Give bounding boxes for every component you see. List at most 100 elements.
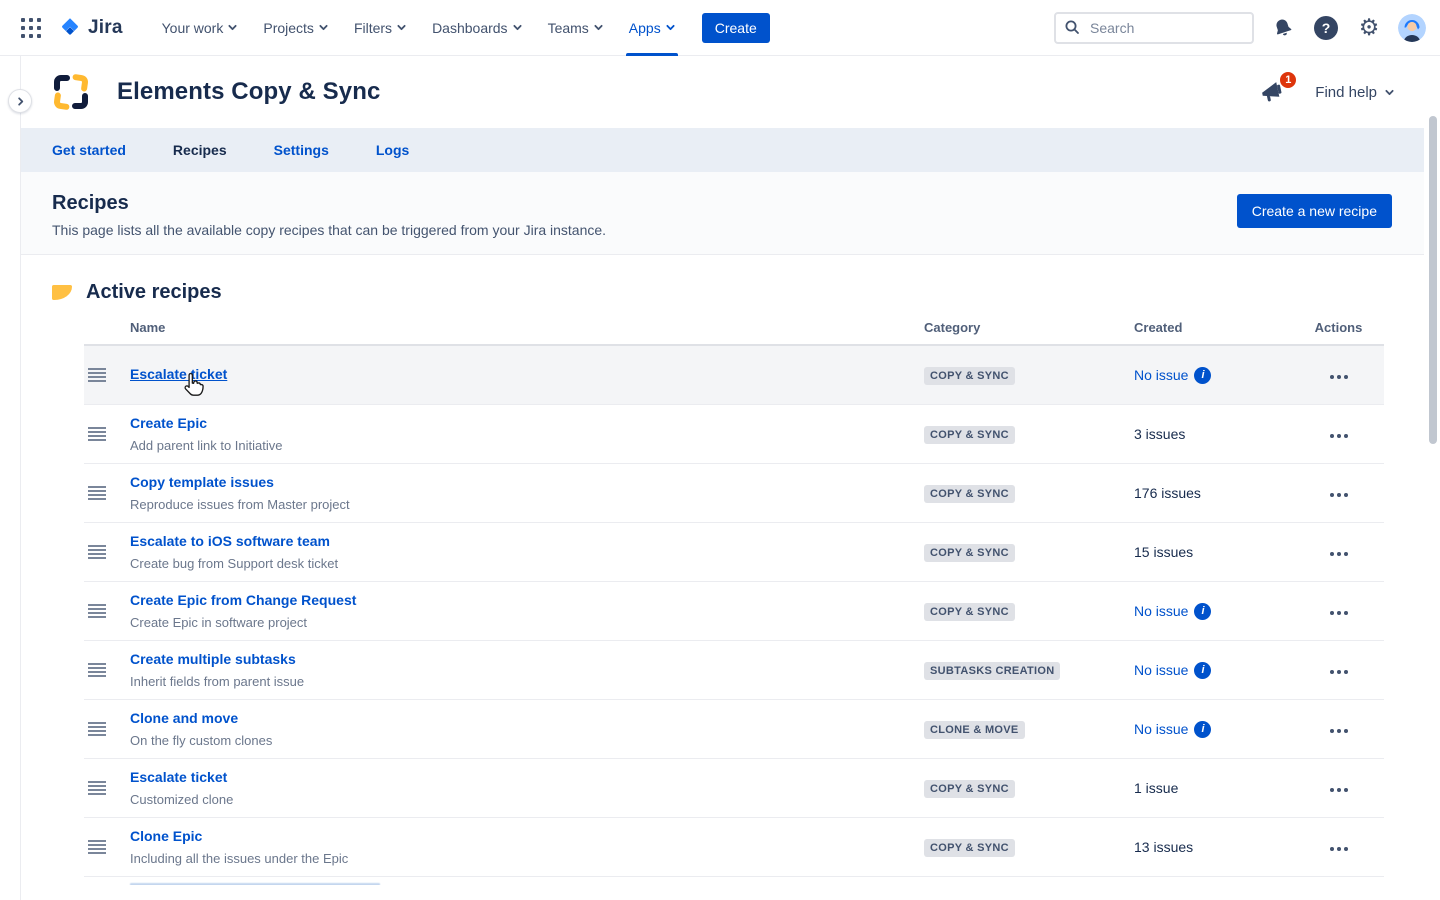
nav-item-dashboards[interactable]: Dashboards [419,0,535,56]
drag-handle-icon[interactable] [88,781,106,795]
recipe-description: Create Epic in software project [130,615,924,630]
category-badge: COPY & SYNC [924,485,1015,503]
table-row: Clone Epic Including all the issues unde… [84,818,1384,877]
jira-logo[interactable]: Jira [58,16,123,40]
drag-handle-icon[interactable] [88,604,106,618]
nav-item-apps[interactable]: Apps [616,0,688,56]
tab-settings[interactable]: Settings [274,142,329,158]
section-title: Active recipes [86,281,222,304]
app-shell: Elements Copy & Sync 1 Find help [0,56,1440,900]
table-row: Copy template issues Reproduce issues fr… [84,464,1384,523]
create-button[interactable]: Create [702,13,770,43]
scrollbar-thumb[interactable] [1429,116,1437,444]
avatar[interactable] [1398,14,1426,42]
row-actions-menu-button[interactable] [1326,664,1352,680]
table-row: Create Epic Add parent link to Initiativ… [84,405,1384,464]
recipe-name-link[interactable]: Create multiple subtasks [130,651,296,667]
expand-sidebar-button[interactable] [8,89,32,113]
primary-nav: Your work Projects Filters Dashboards Te… [149,0,688,56]
row-actions-menu-button[interactable] [1326,605,1352,621]
recipe-description: Customized clone [130,792,924,807]
recipe-name-link[interactable]: Copy template issues [130,474,274,490]
chevron-down-icon [594,23,603,32]
active-recipes-card: Active recipes Name Category Created Act… [21,254,1424,900]
row-actions-menu-button[interactable] [1326,487,1352,503]
category-badge: COPY & SYNC [924,839,1015,857]
info-icon[interactable]: i [1194,367,1211,384]
vertical-scrollbar[interactable] [1429,116,1437,900]
table-row: Escalate ticket COPY & SYNC No issue i [84,346,1384,405]
nav-item-filters[interactable]: Filters [341,0,419,56]
topnav-right-cluster: ? ⚙ [1054,12,1426,44]
drag-handle-icon[interactable] [88,427,106,441]
row-actions-menu-button[interactable] [1326,546,1352,562]
column-header-name: Name [130,320,924,335]
row-actions-menu-button[interactable] [1326,428,1352,444]
main-content: Elements Copy & Sync 1 Find help [21,56,1424,900]
tab-recipes[interactable]: Recipes [173,142,227,158]
notification-count-badge: 1 [1279,71,1297,89]
recipe-name-link[interactable]: Escalate ticket [130,769,227,785]
table-row-partial [84,877,1384,885]
recipe-name-link[interactable]: Escalate ticket [130,366,227,382]
recipe-description: Reproduce issues from Master project [130,497,924,512]
settings-gear-icon[interactable]: ⚙ [1355,14,1383,42]
created-cell: 3 issues [1134,426,1293,442]
table-body: Escalate ticket COPY & SYNC No issue i C… [84,346,1384,877]
table-row: Escalate ticket Customized clone COPY & … [84,759,1384,818]
table-row: Clone and move On the fly custom clones … [84,700,1384,759]
recipe-name-link[interactable]: Escalate to iOS software team [130,533,330,549]
row-actions-menu-button[interactable] [1326,723,1352,739]
recipe-description: Including all the issues under the Epic [130,851,924,866]
table-header-row: Name Category Created Actions [84,320,1384,346]
created-cell: 176 issues [1134,485,1293,501]
created-cell: 15 issues [1134,544,1293,560]
recipe-name-link[interactable]: Create Epic [130,415,207,431]
app-switcher-icon[interactable] [18,15,44,41]
tab-logs[interactable]: Logs [376,142,409,158]
nav-item-projects[interactable]: Projects [250,0,341,56]
drag-handle-icon[interactable] [88,486,106,500]
drag-handle-icon[interactable] [88,545,106,559]
app-tab-bar: Get started Recipes Settings Logs [21,128,1424,172]
create-new-recipe-button[interactable]: Create a new recipe [1237,194,1392,228]
created-cell: No issue i [1134,662,1293,679]
announcements-megaphone-icon[interactable]: 1 [1259,77,1289,107]
page-app-title: Elements Copy & Sync [117,78,380,106]
nav-item-teams[interactable]: Teams [535,0,616,56]
app-header-right: 1 Find help [1259,77,1394,107]
info-icon[interactable]: i [1194,662,1211,679]
row-actions-menu-button[interactable] [1326,782,1352,798]
table-row: Create Epic from Change Request Create E… [84,582,1384,641]
row-actions-menu-button[interactable] [1326,841,1352,857]
notifications-bell-icon[interactable] [1269,14,1297,42]
created-cell: No issue i [1134,721,1293,738]
created-cell: No issue i [1134,367,1293,384]
help-icon[interactable]: ? [1312,14,1340,42]
nav-item-your-work[interactable]: Your work [149,0,251,56]
drag-handle-icon[interactable] [88,722,106,736]
elements-copy-sync-logo [51,72,91,112]
row-actions-menu-button[interactable] [1326,369,1352,385]
table-row: Escalate to iOS software team Create bug… [84,523,1384,582]
drag-handle-icon[interactable] [88,840,106,854]
tab-get-started[interactable]: Get started [52,142,126,158]
search-icon [1064,19,1080,35]
recipe-description: On the fly custom clones [130,733,924,748]
search-input[interactable] [1054,12,1254,44]
column-header-created: Created [1134,320,1293,335]
chevron-down-icon [666,23,675,32]
page-header: Recipes This page lists all the availabl… [21,172,1424,254]
info-icon[interactable]: i [1194,721,1211,738]
drag-handle-icon[interactable] [88,663,106,677]
top-navigation-bar: Jira Your work Projects Filters Dashboar… [0,0,1440,56]
page-title: Recipes [52,192,606,215]
recipe-name-link[interactable]: Clone Epic [130,828,202,844]
recipe-name-link[interactable]: Clone and move [130,710,238,726]
info-icon[interactable]: i [1194,603,1211,620]
chevron-down-icon [397,23,406,32]
table-row: Create multiple subtasks Inherit fields … [84,641,1384,700]
recipe-name-link[interactable]: Create Epic from Change Request [130,592,356,608]
drag-handle-icon[interactable] [88,368,106,382]
find-help-dropdown[interactable]: Find help [1315,84,1394,101]
